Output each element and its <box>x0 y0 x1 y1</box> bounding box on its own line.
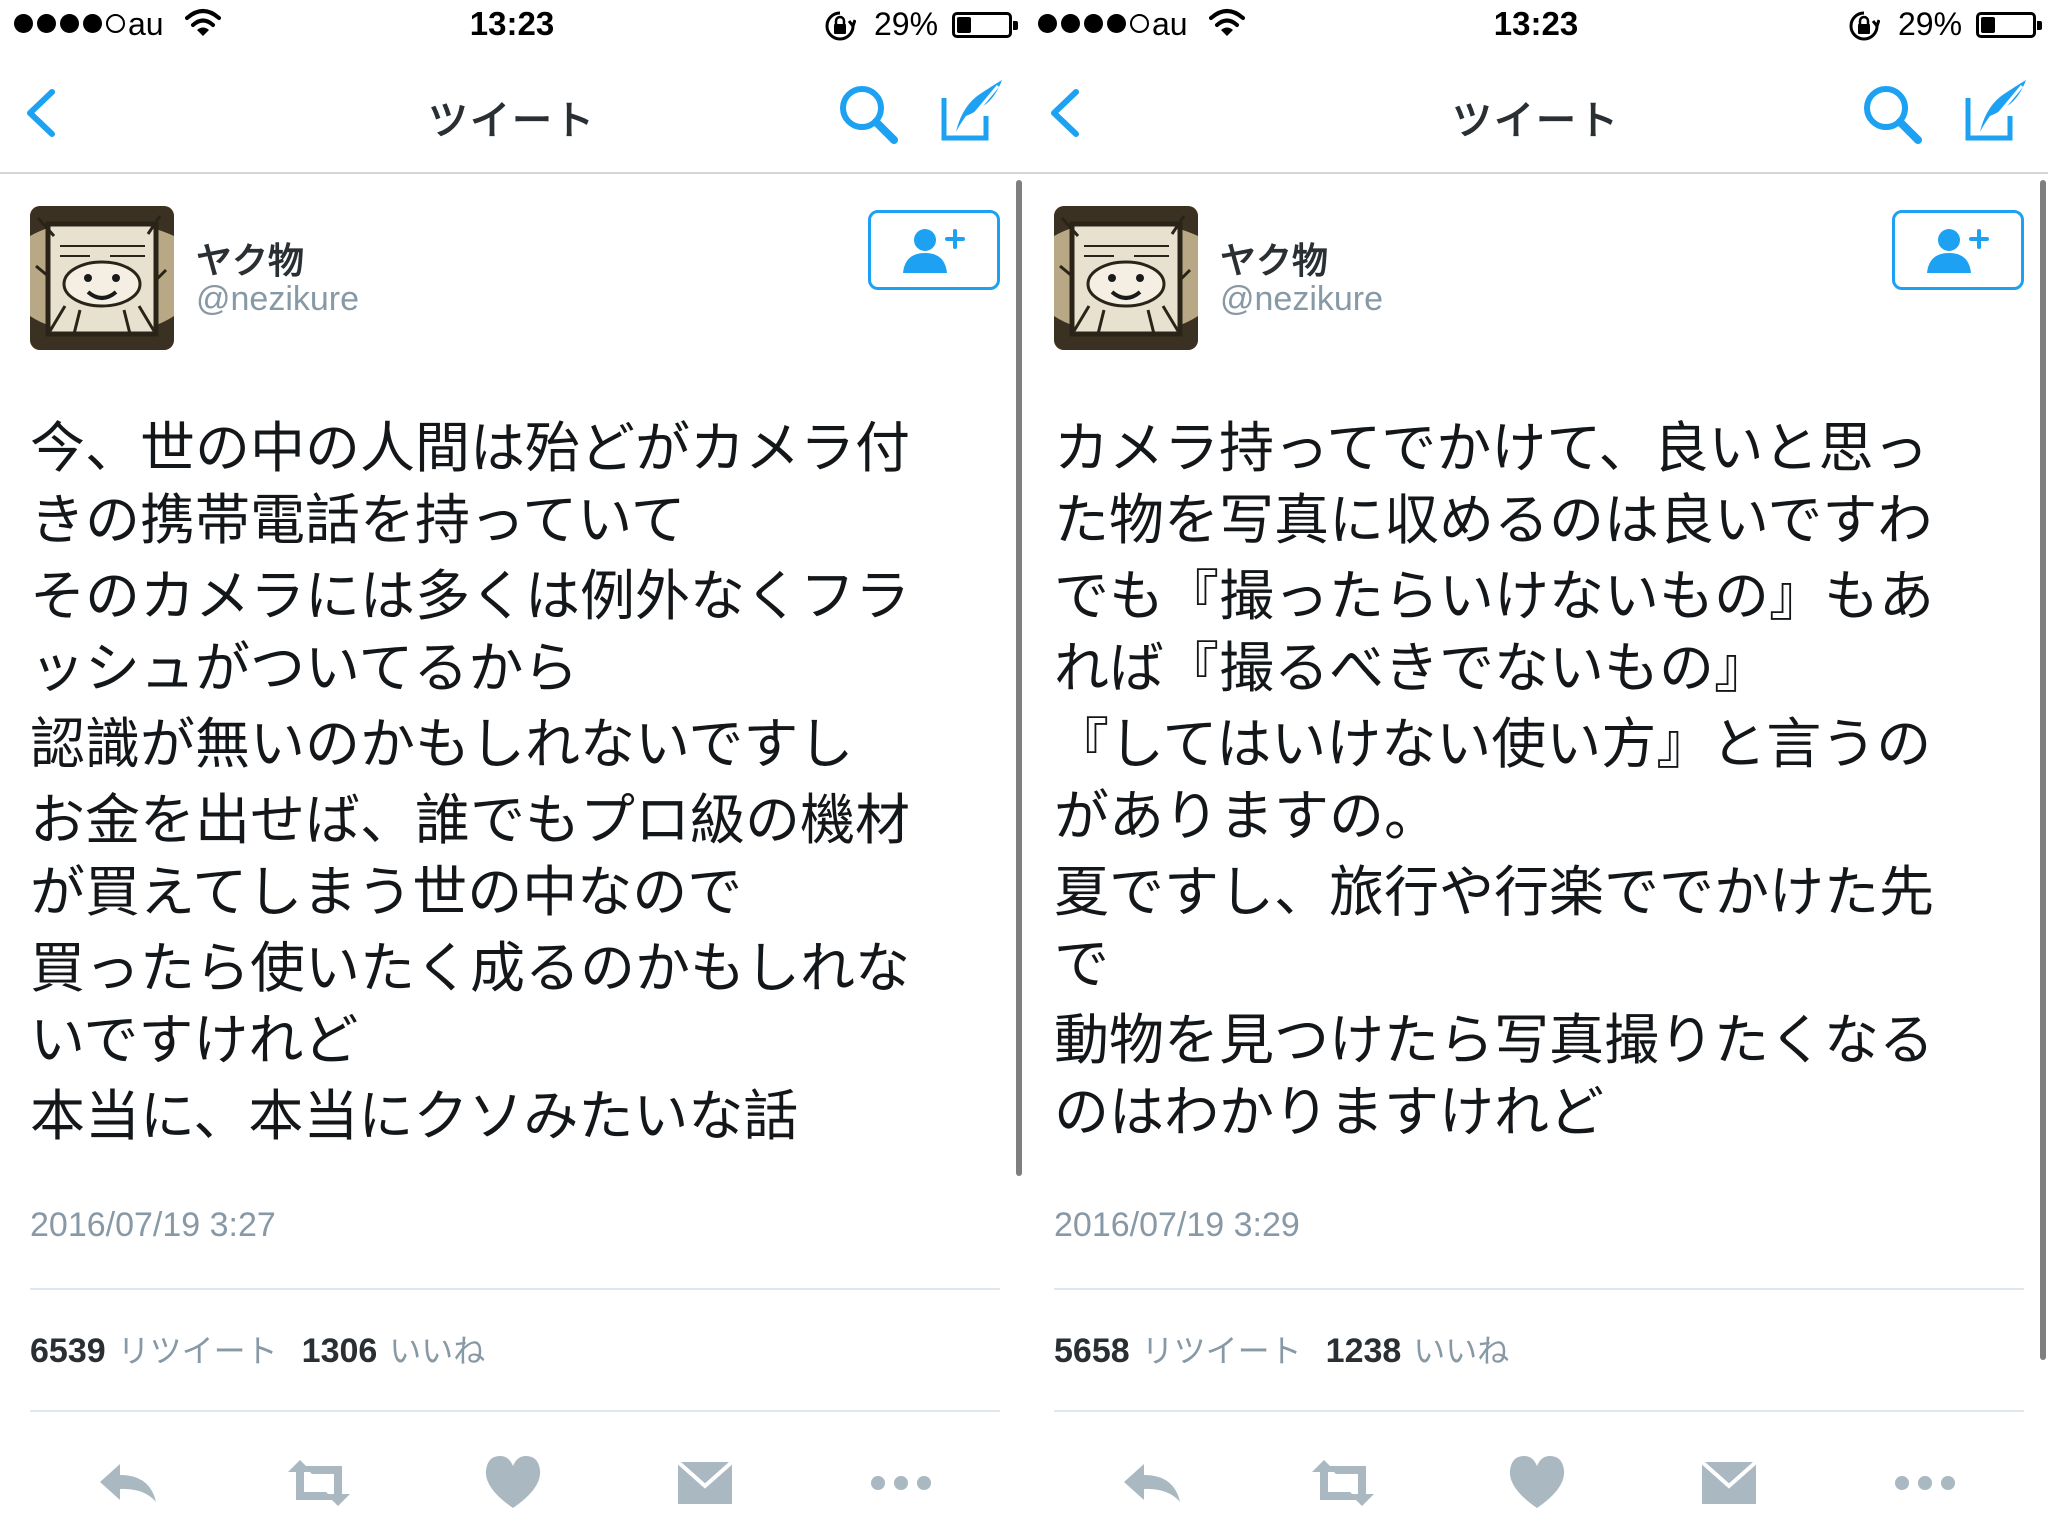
tweet-line: 今、世の中の人間は殆どがカメラ付 <box>30 416 911 480</box>
divider <box>30 1288 1000 1290</box>
tweet-line: 買ったら使いたく成るのかもしれな <box>30 936 911 1000</box>
tweet-line: 夏ですし、旅行や行楽ででかけた先 <box>1054 860 1935 924</box>
retweet-icon[interactable] <box>284 1448 354 1518</box>
tweet-timestamp: 2016/07/19 3:27 <box>30 1206 276 1244</box>
tweet-line: 本当に、本当にクソみたいな話 <box>30 1084 799 1148</box>
status-clock: 13:23 <box>469 5 555 42</box>
add-user-icon <box>903 229 965 273</box>
scrollbar[interactable] <box>2040 180 2046 1360</box>
tweet-line: そのカメラには多くは例外なくフラ <box>30 564 911 628</box>
battery-fill <box>1981 17 1995 33</box>
like-count[interactable]: 1306 <box>302 1332 378 1371</box>
more-icon[interactable] <box>1890 1448 1960 1518</box>
battery-icon <box>1976 12 2042 38</box>
tweet-stats: 6539 リツイート 1306 いいね <box>30 1326 509 1372</box>
tweet-line: れば『撮るべきでないもの』 <box>1054 636 1770 700</box>
reply-icon[interactable] <box>94 1448 164 1518</box>
tweet-stats: 5658 リツイート 1238 いいね <box>1054 1326 1533 1372</box>
tweet-line: がありますの。 <box>1054 784 1440 848</box>
avatar[interactable] <box>30 206 174 350</box>
retweet-label[interactable]: リツイート <box>1142 1326 1302 1372</box>
tweet-line: お金を出せば、誰でもプロ級の機材 <box>30 788 911 852</box>
tweet-line: カメラ持ってでかけて、良いと思っ <box>1054 416 1929 480</box>
like-label[interactable]: いいね <box>1413 1326 1509 1372</box>
tweet-timestamp: 2016/07/19 3:29 <box>1054 1206 1300 1244</box>
divider <box>30 1410 1000 1412</box>
tweet-screen-left: au 13:23 29% ツイート ヤク物 @nezikure 今、世の中の人間… <box>0 0 1024 1536</box>
retweet-count[interactable]: 6539 <box>30 1332 106 1371</box>
reply-icon[interactable] <box>1118 1448 1188 1518</box>
compose-tweet-icon[interactable] <box>938 76 1006 144</box>
status-bar: au 13:23 29% <box>0 0 1024 52</box>
rotation-lock-icon <box>1849 11 1880 41</box>
tweet-line: ッシュがついてるから <box>30 636 579 700</box>
message-icon[interactable] <box>670 1448 740 1518</box>
nav-bar: ツイート <box>0 52 1024 174</box>
nav-bar: ツイート <box>1024 52 2048 174</box>
message-icon[interactable] <box>1694 1448 1764 1518</box>
search-icon[interactable] <box>836 82 900 146</box>
author-name[interactable]: ヤク物 <box>1220 232 1328 284</box>
battery-fill <box>957 17 971 33</box>
more-icon[interactable] <box>866 1448 936 1518</box>
tweet-text: 今、世の中の人間は殆どがカメラ付 きの携帯電話を持っていて そのカメラには多くは… <box>30 412 1000 1156</box>
tweet-text: カメラ持ってでかけて、良いと思っ た物を写真に収めるのは良いですわ でも『撮った… <box>1054 412 2024 1152</box>
tweet-line: いですけれど <box>30 1008 359 1072</box>
like-icon[interactable] <box>478 1448 548 1518</box>
battery-percentage: 29% <box>874 6 939 42</box>
status-bar: au 13:23 29% <box>1024 0 2048 52</box>
follow-button[interactable] <box>1892 210 2024 290</box>
author-handle[interactable]: @nezikure <box>196 280 359 319</box>
divider <box>1054 1410 2024 1412</box>
tweet-line: で <box>1054 932 1110 996</box>
battery-icon <box>952 12 1018 38</box>
tweet-line: 認識が無いのかもしれないですし <box>30 712 854 776</box>
tweet-line: が買えてしまう世の中なので <box>30 860 743 924</box>
tweet-action-bar <box>0 1440 1024 1530</box>
battery-percentage: 29% <box>1898 6 1963 42</box>
divider <box>1054 1288 2024 1290</box>
follow-button[interactable] <box>868 210 1000 290</box>
tweet-line: きの携帯電話を持っていて <box>30 488 686 552</box>
like-icon[interactable] <box>1502 1448 1572 1518</box>
scrollbar[interactable] <box>1016 180 1022 1176</box>
tweet-line: た物を写真に収めるのは良いですわ <box>1054 488 1933 552</box>
avatar[interactable] <box>1054 206 1198 350</box>
retweet-icon[interactable] <box>1308 1448 1378 1518</box>
tweet-action-bar <box>1024 1440 2048 1530</box>
status-clock: 13:23 <box>1493 5 1579 42</box>
add-user-icon <box>1927 229 1989 273</box>
author-name[interactable]: ヤク物 <box>196 232 304 284</box>
retweet-label[interactable]: リツイート <box>118 1326 278 1372</box>
retweet-count[interactable]: 5658 <box>1054 1332 1130 1371</box>
rotation-lock-icon <box>825 11 856 41</box>
compose-tweet-icon[interactable] <box>1962 76 2030 144</box>
search-icon[interactable] <box>1860 82 1924 146</box>
tweet-line: のはわかりますけれど <box>1054 1080 1605 1144</box>
tweet-line: 動物を見つけたら写真撮りたくなる <box>1054 1008 1935 1072</box>
like-count[interactable]: 1238 <box>1326 1332 1402 1371</box>
tweet-line: 『してはいけない使い方』と言うの <box>1054 712 1932 776</box>
author-handle[interactable]: @nezikure <box>1220 280 1383 319</box>
like-label[interactable]: いいね <box>389 1326 485 1372</box>
tweet-screen-right: au 13:23 29% ツイート ヤク物 @nezikure カメラ持ってでか… <box>1024 0 2048 1536</box>
tweet-line: でも『撮ったらいけないもの』もあ <box>1054 564 1935 628</box>
